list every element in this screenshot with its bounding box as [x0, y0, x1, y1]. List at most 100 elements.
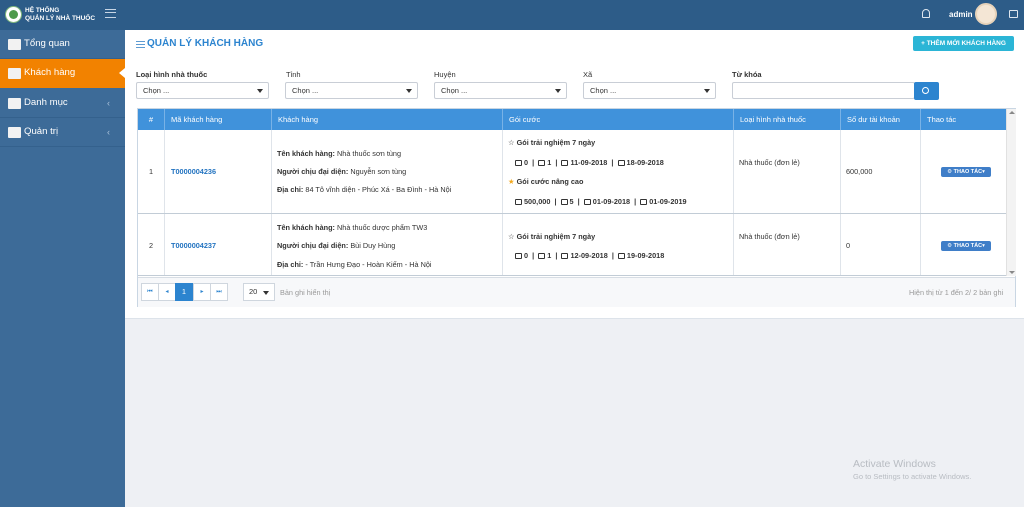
sidebar-item-admin[interactable]: Quản trị ‹ — [0, 118, 125, 147]
customer-code-link[interactable]: T0000004236 — [171, 167, 216, 176]
caret-down-icon — [704, 89, 710, 93]
sidebar: Tổng quan Khách hàng Danh mục ‹ Quản trị… — [0, 30, 125, 507]
brand-line-1: HỆ THỐNG — [25, 7, 60, 14]
cell-customer: Tên khách hàng: Nhà thuốc sơn tùng Người… — [272, 130, 503, 213]
page-title: QUẢN LÝ KHÁCH HÀNG — [147, 38, 264, 49]
province-filter-label: Tỉnh — [286, 70, 301, 79]
package-details: 0 | 1 | 11-09-2018 | 18-09-2018 — [515, 158, 664, 167]
header-customer: Khách hàng — [272, 109, 503, 130]
field-label: Tên khách hàng: — [277, 149, 335, 158]
windows-activation-title: Activate Windows — [853, 458, 936, 470]
district-select[interactable]: Chọn ... — [434, 82, 567, 99]
province-select[interactable]: Chọn ... — [285, 82, 418, 99]
calendar-icon — [561, 160, 569, 166]
address-value: - Trần Hưng Đạo - Hoàn Kiếm - Hà Nội — [305, 260, 432, 269]
header-type: Loại hình nhà thuốc — [734, 109, 841, 130]
book-icon — [8, 39, 21, 50]
account-balance: 0 — [846, 241, 851, 250]
page-button[interactable]: 1 — [175, 283, 193, 301]
chat-icon[interactable] — [1009, 10, 1018, 18]
package-name-value: Gói cước nâng cao — [516, 177, 584, 186]
page-size-value: 20 — [249, 287, 258, 296]
field-label: Người chịu đại diện: — [277, 241, 349, 250]
customer-representative: Người chịu đại diện: Nguyễn sơn tùng — [277, 167, 406, 176]
list-icon — [136, 41, 145, 48]
avatar[interactable] — [975, 3, 997, 25]
star-outline-icon: ☆ — [508, 232, 515, 241]
package-name: ☆ Gói trải nghiệm 7 ngày — [508, 138, 595, 147]
customer-address: Địa chỉ: 84 Tô vĩnh diện - Phúc Xá - Ba … — [277, 185, 451, 194]
district-select-value: Chọn ... — [441, 86, 468, 95]
package-users: 1 — [547, 251, 552, 260]
package-name: ★ Gói cước nâng cao — [508, 177, 583, 186]
keyword-input[interactable] — [732, 82, 915, 99]
page-size-select[interactable]: 20 — [243, 283, 275, 301]
brand-line-2: QUẢN LÝ NHÀ THUỐC — [25, 15, 96, 22]
brand-title: HỆ THỐNG QUẢN LÝ NHÀ THUỐC — [25, 7, 95, 23]
type-select-value: Chọn ... — [143, 86, 170, 95]
account-balance: 600,000 — [846, 167, 873, 176]
package-fee: 500,000 — [524, 197, 551, 206]
scroll-up-icon[interactable] — [1009, 111, 1015, 114]
representative-value: Nguyễn sơn tùng — [350, 167, 407, 176]
user-icon — [8, 68, 21, 79]
cell-package: ☆ Gói trải nghiệm 7 ngày 0 | 1 | 11-09-2… — [503, 130, 734, 213]
row-index: 2 — [149, 241, 154, 250]
action-label: THAO TÁC — [953, 169, 983, 175]
caret-down-icon — [555, 89, 561, 93]
type-select[interactable]: Chọn ... — [136, 82, 269, 99]
first-page-button[interactable]: ⏮ — [141, 283, 159, 301]
row-index: 1 — [149, 167, 154, 176]
province-select-value: Chọn ... — [292, 86, 319, 95]
list-icon — [8, 98, 21, 109]
sidebar-item-label: Quản trị — [24, 126, 59, 137]
next-page-button[interactable]: ▸ — [193, 283, 211, 301]
field-label: Địa chỉ: — [277, 260, 304, 269]
pharmacy-logo-icon — [5, 6, 22, 23]
actions-dropdown-button[interactable]: ⚙ THAO TÁC▾ — [941, 167, 991, 177]
package-end: 01-09-2019 — [649, 197, 687, 206]
prev-page-button[interactable]: ◂ — [158, 283, 176, 301]
address-value: 84 Tô vĩnh diện - Phúc Xá - Ba Đình - Hà… — [305, 185, 452, 194]
sidebar-item-label: Tổng quan — [24, 38, 70, 49]
sidebar-item-catalog[interactable]: Danh mục ‹ — [0, 89, 125, 118]
sidebar-item-overview[interactable]: Tổng quan — [0, 30, 125, 59]
add-customer-button[interactable]: + THÊM MỚI KHÁCH HÀNG — [913, 36, 1014, 51]
money-icon — [515, 199, 522, 205]
package-name: ☆ Gói trải nghiệm 7 ngày — [508, 232, 595, 241]
sidebar-item-customers[interactable]: Khách hàng — [0, 59, 125, 88]
menu-icon[interactable] — [105, 9, 116, 18]
cell-package: ☆ Gói trải nghiệm 7 ngày 0 | 1 | 12-09-2… — [503, 214, 734, 275]
page-size-label: Bản ghi hiển thị — [280, 288, 331, 297]
cell-type: Nhà thuốc (đơn lẻ) — [734, 130, 841, 213]
field-label: Địa chỉ: — [277, 185, 304, 194]
calendar-icon — [583, 199, 591, 205]
chevron-left-icon: ‹ — [107, 127, 110, 137]
package-fee: 0 — [524, 158, 529, 167]
ward-select[interactable]: Chọn ... — [583, 82, 716, 99]
customer-code-link[interactable]: T0000004237 — [171, 241, 216, 250]
field-label: Tên khách hàng: — [277, 223, 335, 232]
search-button[interactable] — [914, 82, 939, 100]
header-package: Gói cước — [503, 109, 734, 130]
user-name[interactable]: admin — [949, 10, 973, 19]
package-fee: 0 — [524, 251, 529, 260]
last-page-button[interactable]: ⏭ — [210, 283, 228, 301]
package-start: 12-09-2018 — [570, 251, 608, 260]
table-scrollbar[interactable] — [1006, 109, 1016, 276]
caret-down-icon — [257, 89, 263, 93]
actions-dropdown-button[interactable]: ⚙ THAO TÁC▾ — [941, 241, 991, 251]
star-icon: ★ — [508, 177, 515, 186]
cell-type: Nhà thuốc (đơn lẻ) — [734, 214, 841, 275]
table-row: 2 T0000004237 Tên khách hàng: Nhà thuốc … — [138, 214, 1006, 276]
star-outline-icon: ☆ — [508, 138, 515, 147]
scroll-down-icon[interactable] — [1009, 271, 1015, 274]
bell-icon[interactable] — [922, 9, 930, 18]
customer-address: Địa chỉ: - Trần Hưng Đạo - Hoàn Kiếm - H… — [277, 260, 432, 269]
customer-table: # Mã khách hàng Khách hàng Gói cước Loại… — [137, 108, 1016, 307]
caret-down-icon — [263, 291, 269, 295]
money-icon — [515, 160, 522, 166]
calendar-icon — [640, 199, 648, 205]
windows-activation-subtitle: Go to Settings to activate Windows. — [853, 472, 972, 481]
cell-balance: 0 — [841, 214, 921, 275]
